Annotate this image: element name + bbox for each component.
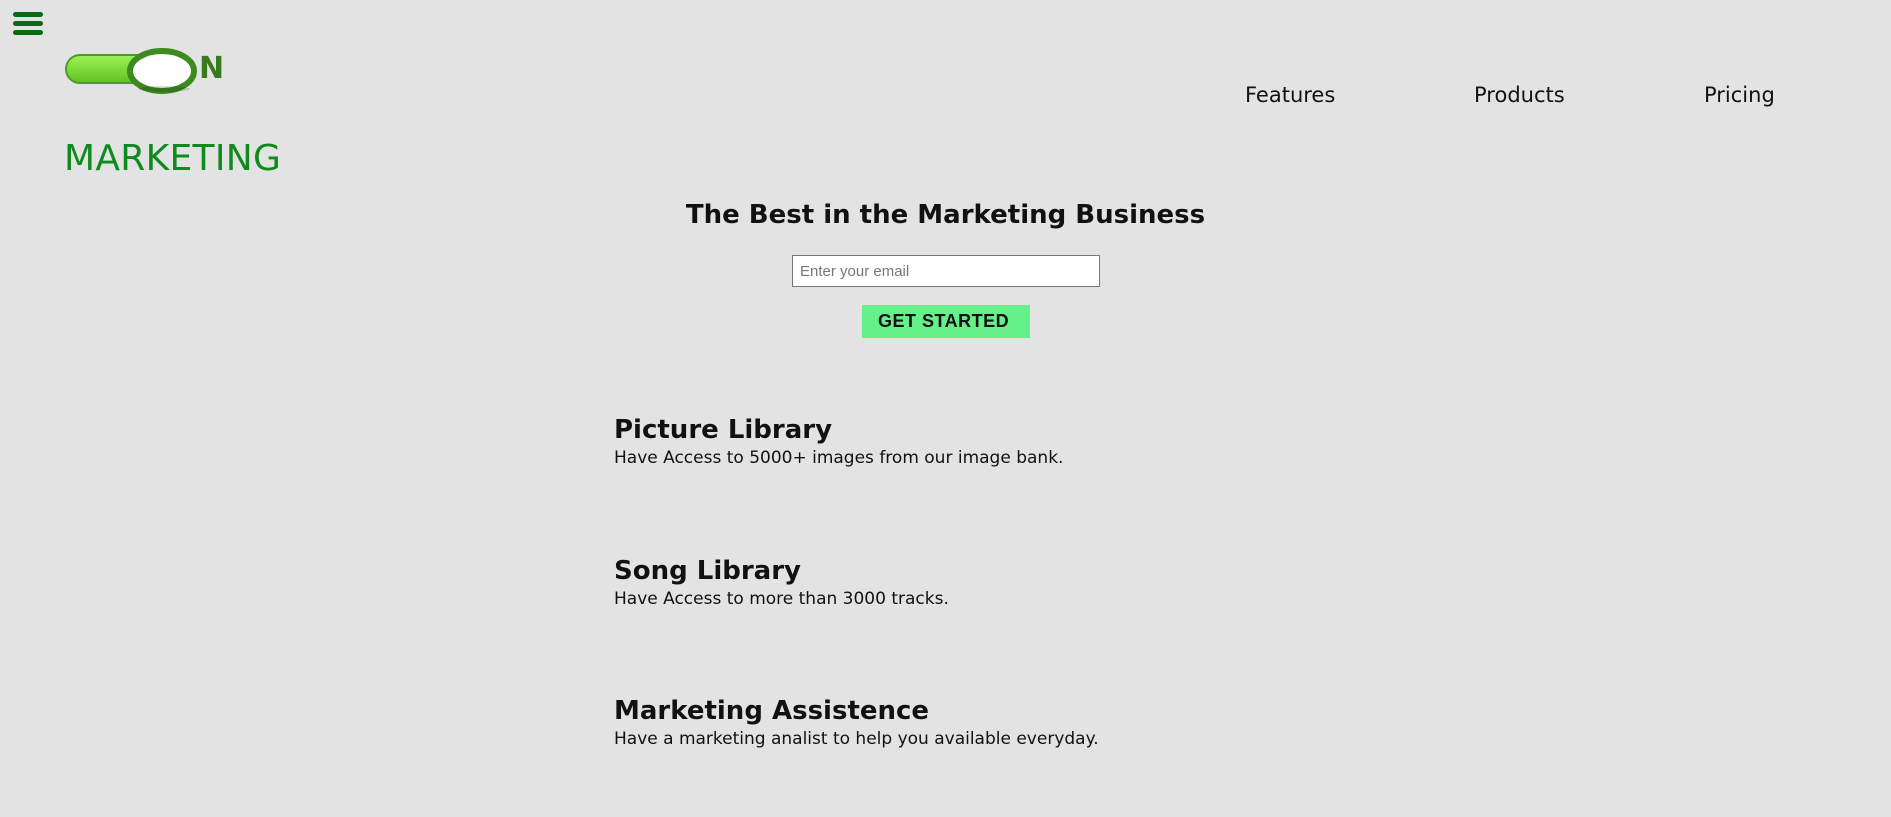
brand-title: MARKETING	[64, 138, 282, 179]
logo-letter: N	[199, 51, 224, 86]
feature-description: Have a marketing analist to help you ava…	[614, 729, 1099, 749]
feature-marketing-assistence: Marketing Assistence Have a marketing an…	[614, 696, 1099, 750]
toggle-on-logo: N	[64, 45, 236, 95]
feature-title: Song Library	[614, 556, 801, 586]
get-started-button[interactable]: GET STARTED	[862, 305, 1030, 338]
menu-bar	[13, 12, 43, 17]
feature-title: Picture Library	[614, 415, 833, 445]
nav-link-products[interactable]: Products	[1474, 83, 1565, 107]
hero-heading: The Best in the Marketing Business	[685, 200, 1206, 230]
feature-title: Marketing Assistence	[614, 696, 930, 726]
email-input[interactable]	[792, 255, 1100, 287]
nav-link-features[interactable]: Features	[1245, 83, 1335, 107]
feature-description: Have Access to more than 3000 tracks.	[614, 589, 949, 609]
feature-picture-library: Picture Library Have Access to 5000+ ima…	[614, 415, 1063, 469]
feature-description: Have Access to 5000+ images from our ima…	[614, 448, 1064, 468]
nav-link-pricing[interactable]: Pricing	[1704, 83, 1775, 107]
menu-bar	[13, 30, 43, 35]
hamburger-menu-icon[interactable]	[13, 12, 43, 38]
menu-bar	[13, 21, 43, 26]
feature-song-library: Song Library Have Access to more than 30…	[614, 556, 949, 610]
